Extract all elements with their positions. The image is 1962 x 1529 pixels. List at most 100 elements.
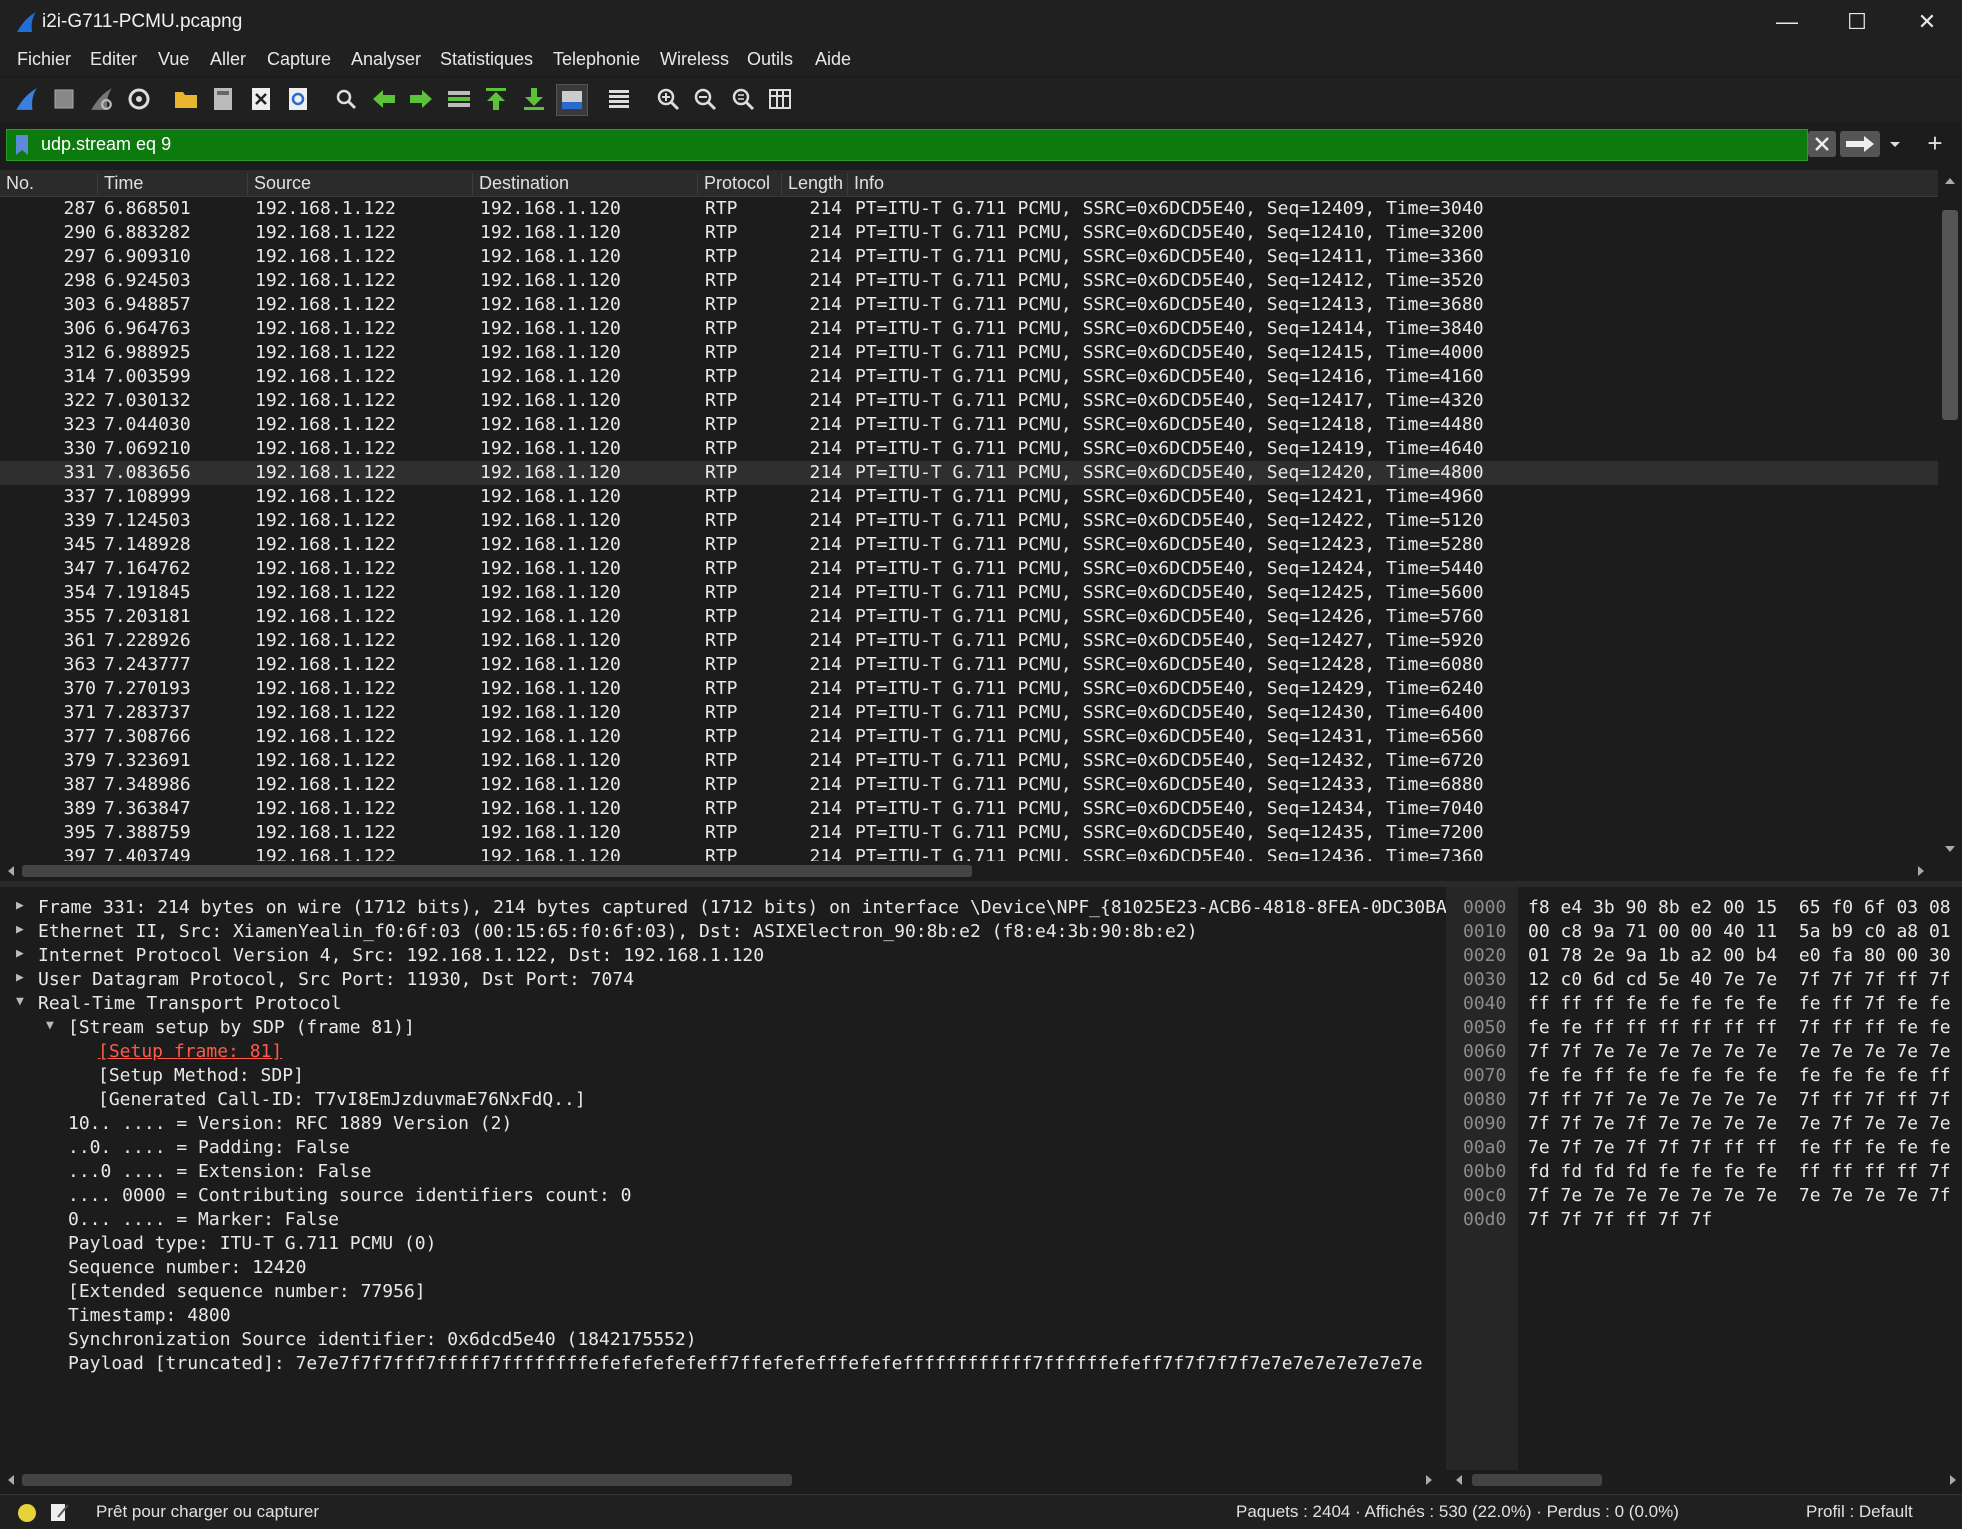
go-back-arrow-icon[interactable]	[369, 84, 399, 114]
close-button[interactable]: ✕	[1892, 0, 1962, 44]
packet-row[interactable]: 345 7.148928 192.168.1.122 192.168.1.120 RTP…	[0, 533, 1938, 557]
detail-tree-item[interactable]: ▼ [Stream setup by SDP (frame 81)]	[46, 1017, 415, 1041]
packet-row[interactable]: 370 7.270193 192.168.1.122 192.168.1.120 RTP…	[0, 677, 1938, 701]
detail-tree-item[interactable]: ▶ User Datagram Protocol, Src Port: 11930…	[16, 969, 634, 993]
detail-tree-item[interactable]: ▶ Ethernet II, Src: XiamenYealin_f0:6f:03…	[16, 921, 1198, 945]
detail-tree-item[interactable]: ▼ Real-Time Transport Protocol	[16, 993, 341, 1017]
column-length[interactable]: Length	[781, 173, 843, 195]
hex-bytes[interactable]: 7f 7f 7f ff 7f 7f	[1528, 1209, 1712, 1233]
hex-bytes[interactable]: f8 e4 3b 90 8b e2 00 15 65 f0 6f 03 08	[1528, 897, 1951, 921]
detail-tree-item[interactable]: [Setup frame: 81]	[98, 1041, 282, 1065]
close-file-icon[interactable]	[246, 84, 276, 114]
packet-list-vertical-scrollbar[interactable]	[1938, 170, 1962, 860]
hex-bytes[interactable]: 7f 7e 7e 7e 7e 7e 7e 7e 7e 7e 7e 7e 7f	[1528, 1185, 1951, 1209]
menu-outils[interactable]: Outils	[747, 49, 793, 70]
packet-list[interactable]: 287 6.868501 192.168.1.122 192.168.1.120 RTP…	[0, 197, 1938, 861]
apply-filter-arrow-icon[interactable]	[1840, 131, 1880, 157]
open-folder-icon[interactable]	[171, 84, 201, 114]
detail-tree-item[interactable]: ▶ Internet Protocol Version 4, Src: 192.1…	[16, 945, 764, 969]
column-info[interactable]: Info	[847, 173, 884, 195]
detail-tree-item[interactable]: Timestamp: 4800	[68, 1305, 231, 1329]
hex-bytes[interactable]: 7f 7f 7e 7e 7e 7e 7e 7e 7e 7e 7e 7e 7e	[1528, 1041, 1951, 1065]
menu-analyser[interactable]: Analyser	[351, 49, 421, 70]
collapsed-arrow-icon[interactable]: ▶	[16, 946, 30, 961]
chevron-down-icon[interactable]	[1882, 131, 1908, 157]
expand-arrow-icon[interactable]: ▼	[46, 1018, 60, 1033]
filter-text[interactable]: udp.stream eq 9	[41, 134, 171, 155]
expand-arrow-icon[interactable]: ▼	[16, 994, 30, 1009]
detail-tree-item[interactable]: [Extended sequence number: 77956]	[68, 1281, 426, 1305]
packet-row[interactable]: 287 6.868501 192.168.1.122 192.168.1.120 RTP…	[0, 197, 1938, 221]
go-forward-arrow-icon[interactable]	[406, 84, 436, 114]
menu-statistiques[interactable]: Statistiques	[440, 49, 533, 70]
detail-tree-item[interactable]: Synchronization Source identifier: 0x6dc…	[68, 1329, 697, 1353]
packet-list-horizontal-scrollbar[interactable]	[0, 861, 1938, 881]
packet-row[interactable]: 354 7.191845 192.168.1.122 192.168.1.120 RTP…	[0, 581, 1938, 605]
hex-bytes[interactable]: 12 c0 6d cd 5e 40 7e 7e 7f 7f 7f ff 7f	[1528, 969, 1951, 993]
zoom-normal-icon[interactable]	[728, 84, 758, 114]
detail-tree-item[interactable]: [Generated Call-ID: T7vI8EmJzduvmaE76NxF…	[98, 1089, 586, 1113]
column-protocol[interactable]: Protocol	[697, 173, 770, 195]
packet-row[interactable]: 303 6.948857 192.168.1.122 192.168.1.120 RTP…	[0, 293, 1938, 317]
collapsed-arrow-icon[interactable]: ▶	[16, 970, 30, 985]
detail-tree-item[interactable]: Payload type: ITU-T G.711 PCMU (0)	[68, 1233, 436, 1257]
detail-tree-item[interactable]: Payload [truncated]: 7e7e7f7f7fff7fffff7…	[68, 1353, 1423, 1377]
resize-columns-icon[interactable]	[765, 84, 795, 114]
detail-tree-item[interactable]: 0... .... = Marker: False	[68, 1209, 339, 1233]
setup-frame-link[interactable]: [Setup frame: 81]	[98, 1041, 282, 1062]
capture-comment-icon[interactable]	[48, 1501, 70, 1523]
zoom-in-icon[interactable]	[653, 84, 683, 114]
menu-capture[interactable]: Capture	[267, 49, 331, 70]
start-capture-icon[interactable]	[11, 84, 41, 114]
menu-telephonie[interactable]: Telephonie	[553, 49, 640, 70]
packet-row[interactable]: 322 7.030132 192.168.1.122 192.168.1.120 RTP…	[0, 389, 1938, 413]
find-packet-icon[interactable]	[331, 84, 361, 114]
packet-row[interactable]: 379 7.323691 192.168.1.122 192.168.1.120 RTP…	[0, 749, 1938, 773]
go-to-packet-icon[interactable]	[444, 84, 474, 114]
reload-file-icon[interactable]	[283, 84, 313, 114]
minimize-button[interactable]: —	[1752, 0, 1822, 44]
packet-details-tree[interactable]: ▶ Frame 331: 214 bytes on wire (1712 bits…	[0, 887, 1446, 1470]
menu-aller[interactable]: Aller	[210, 49, 246, 70]
packet-row[interactable]: 312 6.988925 192.168.1.122 192.168.1.120 RTP…	[0, 341, 1938, 365]
column-source[interactable]: Source	[247, 173, 311, 195]
status-profile[interactable]: Profil : Default	[1806, 1502, 1913, 1522]
packet-row[interactable]: 339 7.124503 192.168.1.122 192.168.1.120 RTP…	[0, 509, 1938, 533]
add-filter-button[interactable]: +	[1920, 128, 1950, 158]
bookmark-icon[interactable]	[9, 132, 35, 158]
hex-bytes[interactable]: 7e 7f 7e 7f 7f 7f ff ff fe ff fe fe fe	[1528, 1137, 1951, 1161]
expert-info-led-icon[interactable]	[16, 1502, 38, 1524]
packet-row[interactable]: 314 7.003599 192.168.1.122 192.168.1.120 RTP…	[0, 365, 1938, 389]
column-no[interactable]: No.	[0, 173, 34, 195]
detail-tree-item[interactable]: [Setup Method: SDP]	[98, 1065, 304, 1089]
menu-vue[interactable]: Vue	[158, 49, 189, 70]
first-packet-icon[interactable]	[481, 84, 511, 114]
capture-options-gear-icon[interactable]	[124, 84, 154, 114]
autoscroll-icon[interactable]	[556, 84, 588, 116]
menu-wireless[interactable]: Wireless	[660, 49, 729, 70]
packet-row[interactable]: 361 7.228926 192.168.1.122 192.168.1.120 RTP…	[0, 629, 1938, 653]
packet-row[interactable]: 377 7.308766 192.168.1.122 192.168.1.120 RTP…	[0, 725, 1938, 749]
packet-row[interactable]: 355 7.203181 192.168.1.122 192.168.1.120 RTP…	[0, 605, 1938, 629]
packet-row[interactable]: 330 7.069210 192.168.1.122 192.168.1.120 RTP…	[0, 437, 1938, 461]
display-filter-input[interactable]: udp.stream eq 9	[6, 129, 1808, 161]
hex-bytes[interactable]: fd fd fd fd fe fe fe fe ff ff ff ff 7f	[1528, 1161, 1951, 1185]
detail-tree-item[interactable]: ...0 .... = Extension: False	[68, 1161, 371, 1185]
packet-bytes-pane[interactable]: 0000 0010 0020 0030 0040 0050 0060 0070 0080 0090…	[1446, 887, 1962, 1470]
menu-aide[interactable]: Aide	[815, 49, 851, 70]
clear-filter-icon[interactable]	[1808, 131, 1836, 157]
packet-row[interactable]: 371 7.283737 192.168.1.122 192.168.1.120 RTP…	[0, 701, 1938, 725]
stop-icon[interactable]	[49, 84, 79, 114]
save-file-icon[interactable]	[208, 84, 238, 114]
restart-icon[interactable]	[86, 84, 116, 114]
maximize-button[interactable]: ☐	[1822, 0, 1892, 44]
packet-row[interactable]: 298 6.924503 192.168.1.122 192.168.1.120 RTP…	[0, 269, 1938, 293]
hex-bytes[interactable]: ff ff ff fe fe fe fe fe fe ff 7f fe fe	[1528, 993, 1951, 1017]
packet-row[interactable]: 331 7.083656 192.168.1.122 192.168.1.120 RTP…	[0, 461, 1938, 485]
packet-row[interactable]: 363 7.243777 192.168.1.122 192.168.1.120 RTP…	[0, 653, 1938, 677]
column-time[interactable]: Time	[97, 173, 143, 195]
collapsed-arrow-icon[interactable]: ▶	[16, 922, 30, 937]
hex-bytes[interactable]: 00 c8 9a 71 00 00 40 11 5a b9 c0 a8 01	[1528, 921, 1951, 945]
packet-row[interactable]: 297 6.909310 192.168.1.122 192.168.1.120 RTP…	[0, 245, 1938, 269]
packet-row[interactable]: 395 7.388759 192.168.1.122 192.168.1.120 RTP…	[0, 821, 1938, 845]
